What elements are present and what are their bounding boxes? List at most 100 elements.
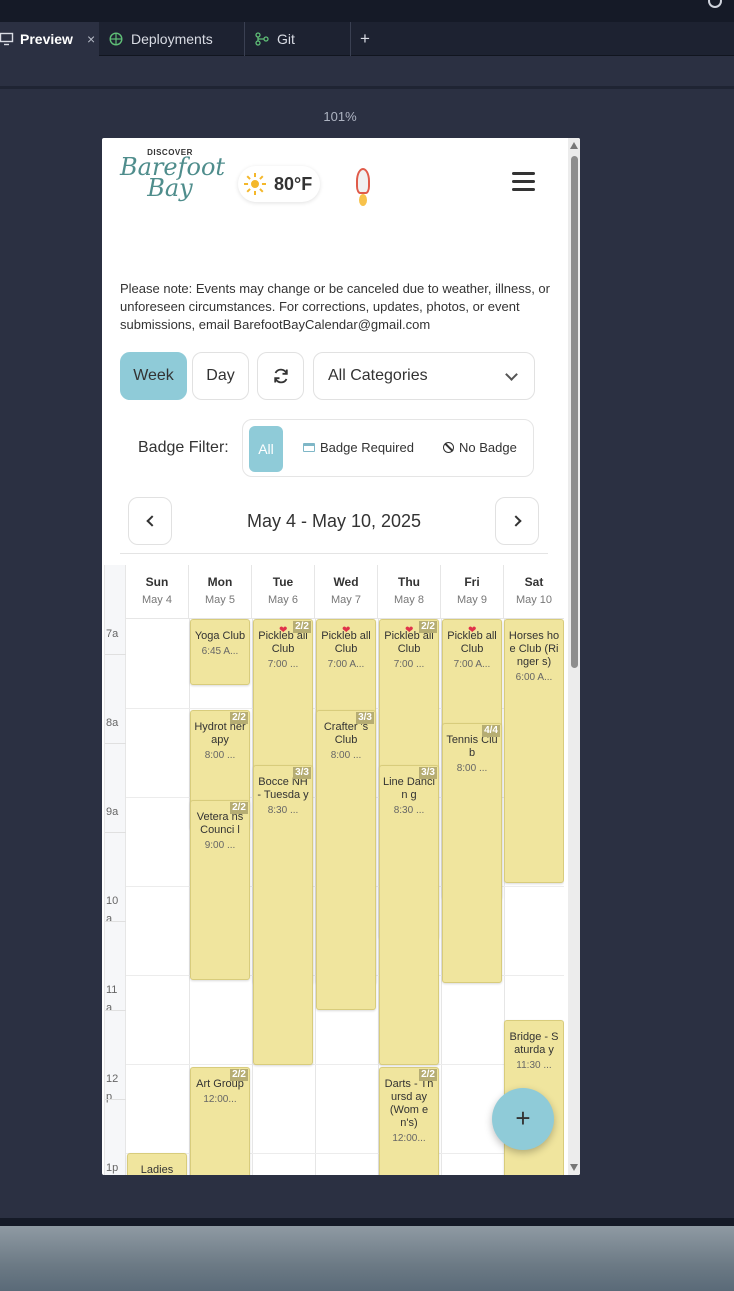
time-gridline xyxy=(105,832,126,833)
event-time: 12:00... xyxy=(203,1094,237,1105)
notice-text: Please note: Events may change or be can… xyxy=(120,281,550,332)
day-header[interactable]: Sun May 4 xyxy=(126,565,189,619)
attendance-count: 2/2 xyxy=(419,1069,437,1081)
calendar-event[interactable]: 2/2 Art Group 12:00... xyxy=(190,1067,250,1175)
scroll-down-icon[interactable] xyxy=(570,1164,578,1171)
hour-label: 8a xyxy=(106,717,119,729)
heart-icon: ❤ xyxy=(468,625,477,636)
time-gridline xyxy=(105,654,126,655)
ban-icon xyxy=(443,442,454,453)
hour-label: 10 a xyxy=(106,895,119,925)
calendar-event[interactable]: 3/3 Bocce NH - Tuesda y 8:30 ... xyxy=(253,765,313,1065)
event-time: 7:00 A... xyxy=(453,659,491,670)
tab-preview[interactable]: Preview × xyxy=(0,22,99,56)
scrollbar-thumb[interactable] xyxy=(571,156,578,668)
rocket-icon[interactable] xyxy=(352,168,374,208)
chevron-down-icon xyxy=(505,368,518,381)
heart-icon: ❤ xyxy=(342,625,351,636)
badge-required-label: Badge Required xyxy=(320,440,414,455)
calendar-event[interactable]: Yoga Club 6:45 A... xyxy=(190,619,250,685)
event-time: 8:30 ... xyxy=(267,805,299,816)
calendar-event[interactable]: 2/2 Vetera ns Counci l 9:00 ... xyxy=(190,800,250,980)
day-date: May 9 xyxy=(457,594,487,606)
scrollbar[interactable] xyxy=(568,138,580,1175)
event-title: Bocce NH - Tuesda y xyxy=(257,776,309,801)
attendance-count: 3/3 xyxy=(419,767,437,779)
scroll-up-icon[interactable] xyxy=(570,142,578,149)
close-icon[interactable]: × xyxy=(87,31,95,47)
heart-icon: ❤ xyxy=(405,625,414,636)
calendar-event[interactable]: Horses hoe Club (Ringer s) 6:00 A... xyxy=(504,619,564,883)
search-icon[interactable] xyxy=(708,0,722,8)
day-name: Mon xyxy=(207,575,233,589)
temperature: 80°F xyxy=(274,173,313,194)
event-time: 8:00 ... xyxy=(330,750,362,761)
chevron-right-icon xyxy=(510,515,522,527)
logo-line2: Bay xyxy=(147,174,193,202)
time-gridline xyxy=(105,1010,126,1011)
globe-icon xyxy=(109,32,123,46)
day-name: Wed xyxy=(333,575,359,589)
background-image xyxy=(0,1226,734,1291)
next-week-button[interactable] xyxy=(495,497,539,545)
new-tab-button[interactable]: + xyxy=(360,22,370,56)
menu-icon[interactable] xyxy=(512,172,535,192)
tab-git[interactable]: Git xyxy=(245,22,351,56)
time-gridline xyxy=(105,1099,126,1100)
calendar-event[interactable]: 2/2 Darts - Thursd ay (Wom en's) 12:00... xyxy=(379,1067,439,1175)
calendar-event[interactable]: 3/3 Line Dancin g 8:30 ... xyxy=(379,765,439,1065)
category-select[interactable]: All Categories xyxy=(313,352,535,400)
day-header[interactable]: Fri May 9 xyxy=(441,565,504,619)
day-name: Sun xyxy=(145,575,169,589)
badge-filter-none[interactable]: No Badge xyxy=(443,440,517,455)
hour-label: 1p xyxy=(106,1162,119,1174)
event-title: Line Dancin g xyxy=(383,776,435,801)
event-title: Yoga Club xyxy=(194,630,246,642)
refresh-button[interactable] xyxy=(257,352,304,400)
calendar-event[interactable]: 4/4 Tennis Club 8:00 ... xyxy=(442,723,502,983)
zoom-level: 101% xyxy=(323,109,357,124)
badge-card-icon xyxy=(303,443,315,452)
day-name: Thu xyxy=(398,575,420,589)
monitor-icon xyxy=(0,32,14,46)
divider xyxy=(120,553,548,554)
event-title: Ladies xyxy=(140,1164,174,1175)
day-header[interactable]: Thu May 8 xyxy=(378,565,441,619)
event-title: Darts - Thursd ay (Wom en's) xyxy=(384,1078,434,1129)
hour-label: 11 a xyxy=(106,984,118,1014)
window-top-bar xyxy=(0,0,734,22)
attendance-count: 2/2 xyxy=(419,621,437,633)
week-view-button[interactable]: Week xyxy=(120,352,187,400)
calendar-event[interactable]: Ladies xyxy=(127,1153,187,1175)
attendance-count: 3/3 xyxy=(293,767,311,779)
hour-label: 9a xyxy=(106,806,119,818)
site-logo[interactable]: DISCOVER Barefoot Bay xyxy=(120,148,225,212)
attendance-count: 4/4 xyxy=(482,725,500,737)
badge-filter-all[interactable]: All xyxy=(249,426,283,472)
attendance-count: 3/3 xyxy=(356,712,374,724)
day-date: May 10 xyxy=(515,594,553,606)
event-time: 9:00 ... xyxy=(204,840,236,851)
day-header[interactable]: Mon May 5 xyxy=(189,565,252,619)
tab-deployments[interactable]: Deployments xyxy=(99,22,245,56)
category-select-value: All Categories xyxy=(328,367,428,384)
day-view-button[interactable]: Day xyxy=(192,352,249,400)
event-time: 12:00... xyxy=(392,1133,426,1144)
tab-label: Git xyxy=(277,31,295,47)
day-header[interactable]: Wed May 7 xyxy=(315,565,378,619)
refresh-icon xyxy=(273,368,288,384)
calendar-event[interactable]: 3/3 Crafter 's Club 8:00 ... xyxy=(316,710,376,1010)
event-time: 7:00 ... xyxy=(393,659,425,670)
day-header[interactable]: Tue May 6 xyxy=(252,565,315,619)
day-header[interactable]: Sat May 10 xyxy=(503,565,564,619)
day-name: Sat xyxy=(524,575,544,589)
day-date: May 6 xyxy=(268,594,298,606)
event-time: 8:00 ... xyxy=(204,750,236,761)
address-bar[interactable] xyxy=(0,57,734,89)
attendance-count: 2/2 xyxy=(230,802,248,814)
event-time: 7:00 A... xyxy=(327,659,365,670)
event-time: 6:00 A... xyxy=(515,672,553,683)
badge-filter-required[interactable]: Badge Required xyxy=(303,440,414,455)
attendance-count: 2/2 xyxy=(230,1069,248,1081)
add-event-button[interactable]: + xyxy=(492,1088,554,1150)
